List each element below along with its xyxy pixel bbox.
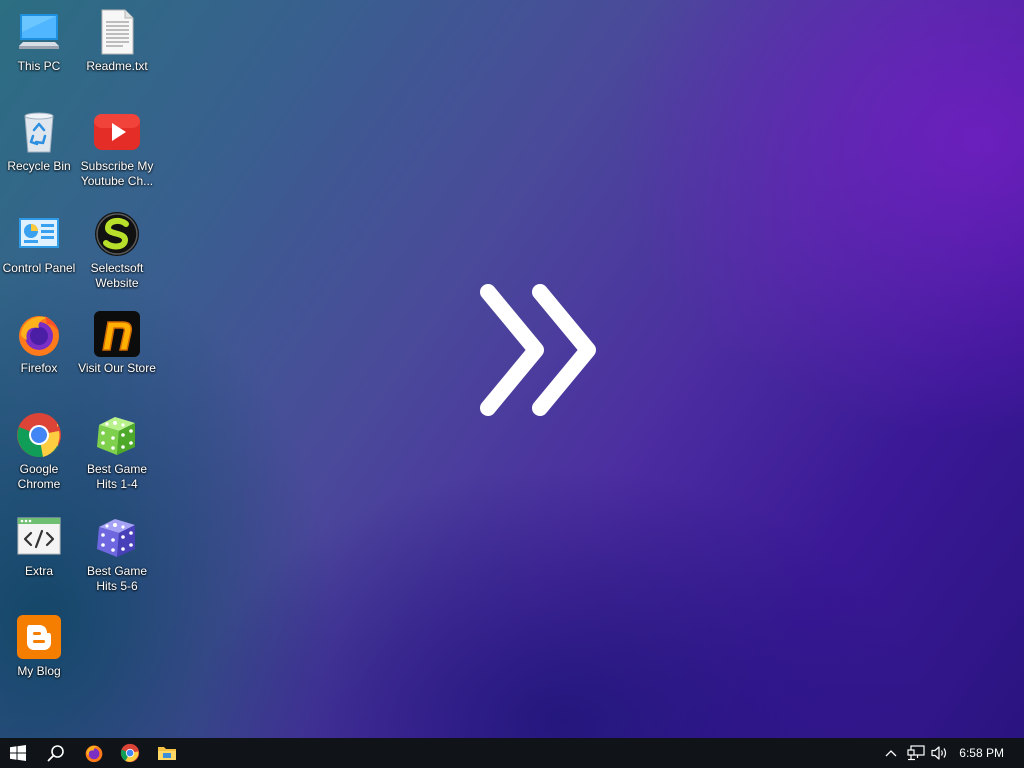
- text-file-icon: [93, 8, 141, 56]
- network-button[interactable]: [904, 738, 928, 768]
- desktop-icon-label: Best Game Hits 1-4: [86, 462, 148, 491]
- chevron-up-icon: [885, 749, 897, 757]
- desktop-icon-label: Recycle Bin: [7, 159, 71, 173]
- volume-button[interactable]: [928, 738, 952, 768]
- desktop-icon-label: Subscribe My Youtube Ch...: [80, 159, 154, 188]
- taskbar-file-explorer[interactable]: [148, 738, 186, 768]
- taskbar-firefox[interactable]: [76, 738, 112, 768]
- desktop-icon-label: Extra: [24, 564, 53, 578]
- control-panel-icon: [15, 210, 63, 258]
- network-icon: [907, 745, 925, 761]
- show-hidden-icons-button[interactable]: [880, 738, 902, 768]
- firefox-icon: [15, 310, 63, 358]
- blue-dice-icon: [93, 513, 141, 561]
- desktop-icon-label: Readme.txt: [86, 59, 148, 73]
- selectsoft-icon: [93, 210, 141, 258]
- desktop-icon-visit-store[interactable]: Visit Our Store: [78, 310, 156, 376]
- desktop-icon-google-chrome[interactable]: Google Chrome: [0, 411, 78, 492]
- desktop-icon-control-panel[interactable]: Control Panel: [0, 210, 78, 276]
- desktop-icon-extra[interactable]: Extra: [0, 513, 78, 579]
- start-button[interactable]: [0, 738, 36, 768]
- green-dice-icon: [93, 411, 141, 459]
- desktop-icon-best-game-hits-5-6[interactable]: Best Game Hits 5-6: [78, 513, 156, 594]
- desktop-icon-recycle-bin[interactable]: Recycle Bin: [0, 108, 78, 174]
- desktop-icon-label: Firefox: [20, 361, 58, 375]
- desktop-icon-best-game-hits-1-4[interactable]: Best Game Hits 1-4: [78, 411, 156, 492]
- desktop-icon-firefox[interactable]: Firefox: [0, 310, 78, 376]
- desktop-icon-this-pc[interactable]: This PC: [0, 8, 78, 74]
- desktop-icon-youtube[interactable]: Subscribe My Youtube Ch...: [78, 108, 156, 189]
- taskbar: 6:58 PM: [0, 738, 1024, 768]
- desktop-icon-label: This PC: [17, 59, 61, 73]
- desktop-icon-my-blog[interactable]: My Blog: [0, 613, 78, 679]
- search-button[interactable]: [38, 738, 74, 768]
- volume-icon: [931, 745, 949, 761]
- file-explorer-icon: [157, 744, 177, 762]
- store-icon: [93, 310, 141, 358]
- code-window-icon: [15, 513, 63, 561]
- desktop: This PC Recycle Bin Control Panel Firefo…: [0, 0, 1024, 738]
- desktop-icon-selectsoft[interactable]: Selectsoft Website: [78, 210, 156, 291]
- desktop-icon-readme[interactable]: Readme.txt: [78, 8, 156, 74]
- search-icon: [47, 744, 65, 762]
- computer-icon: [15, 8, 63, 56]
- youtube-icon: [93, 108, 141, 156]
- desktop-icon-label: Visit Our Store: [78, 361, 156, 375]
- taskbar-chrome[interactable]: [112, 738, 148, 768]
- desktop-icon-label: Google Chrome: [17, 462, 61, 491]
- blogger-icon: [15, 613, 63, 661]
- chrome-icon: [15, 411, 63, 459]
- desktop-icon-label: Control Panel: [2, 261, 76, 275]
- chrome-icon: [120, 743, 140, 763]
- desktop-icon-label: My Blog: [17, 664, 61, 678]
- firefox-icon: [84, 743, 104, 763]
- windows-start-icon: [10, 745, 26, 761]
- double-chevron-right-icon: [468, 272, 608, 432]
- desktop-icon-label: Selectsoft Website: [90, 261, 144, 290]
- recycle-bin-icon: [15, 108, 63, 156]
- desktop-icon-label: Best Game Hits 5-6: [86, 564, 148, 593]
- taskbar-clock[interactable]: 6:58 PM: [959, 738, 1004, 768]
